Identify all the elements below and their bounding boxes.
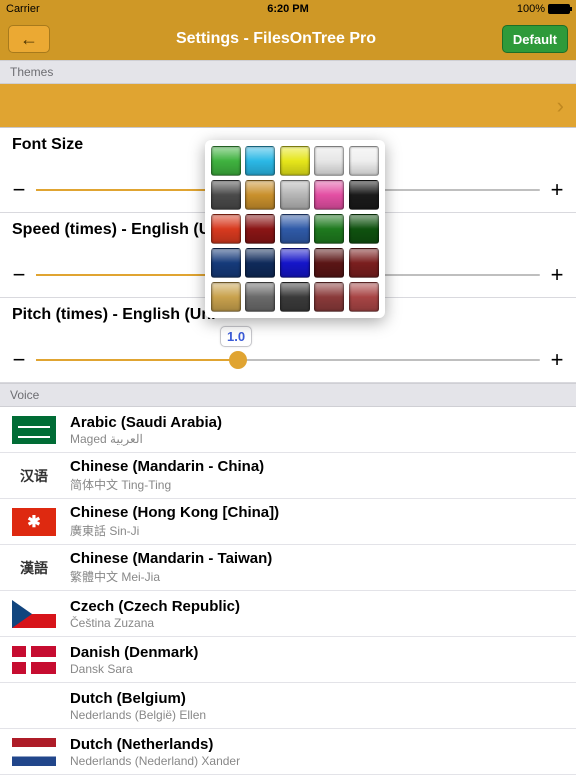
color-swatch[interactable] [349,214,379,244]
default-button[interactable]: Default [502,25,568,53]
color-swatch[interactable] [211,282,241,312]
color-swatch[interactable] [280,214,310,244]
voice-row[interactable]: Arabic (Saudi Arabia)Maged العربية [0,407,576,453]
color-picker-popover [205,140,385,318]
color-swatch[interactable] [349,248,379,278]
battery-icon [548,4,570,14]
voice-sub: 廣東話 Sin-Ji [70,522,279,539]
voice-name: Chinese (Hong Kong [China]) [70,504,279,521]
chevron-right-icon: › [557,93,564,119]
flag-icon [12,600,56,628]
section-header-voice: Voice [0,383,576,407]
slider-track[interactable] [36,359,540,361]
slider-value-bubble: 1.0 [220,326,252,347]
color-swatch[interactable] [280,248,310,278]
color-swatch[interactable] [349,282,379,312]
color-swatch[interactable] [245,180,275,210]
color-swatch[interactable] [245,282,275,312]
flag-icon: 漢語 [12,554,56,582]
voice-row[interactable]: Czech (Czech Republic)Čeština Zuzana [0,591,576,637]
voice-row[interactable]: 漢語 Chinese (Mandarin - Taiwan)繁體中文 Mei-Ji… [0,545,576,591]
color-swatch[interactable] [280,282,310,312]
color-swatch[interactable] [314,248,344,278]
flag-icon: 汉语 [12,462,56,490]
back-arrow-icon: ← [20,29,38,50]
voice-sub: Maged العربية [70,432,222,446]
plus-button[interactable]: + [550,177,564,203]
back-button[interactable]: ← [8,25,50,53]
color-swatch[interactable] [314,146,344,176]
voice-name: Dutch (Belgium) [70,690,206,707]
voice-row[interactable]: Danish (Denmark)Dansk Sara [0,637,576,683]
voice-sub: Čeština Zuzana [70,616,240,630]
voice-sub: 繁體中文 Mei-Jia [70,568,272,585]
color-swatch[interactable] [314,214,344,244]
voice-name: Danish (Denmark) [70,644,198,661]
flag-icon [12,646,56,674]
color-swatch[interactable] [211,146,241,176]
voice-sub: Dansk Sara [70,662,198,676]
minus-button[interactable]: − [12,177,26,203]
color-swatch[interactable] [314,282,344,312]
nav-bar: ← Settings - FilesOnTree Pro Default [0,18,576,60]
color-swatch[interactable] [211,214,241,244]
minus-button[interactable]: − [12,262,26,288]
voice-name: Czech (Czech Republic) [70,598,240,615]
flag-icon [12,508,56,536]
page-title: Settings - FilesOnTree Pro [176,30,376,48]
plus-button[interactable]: + [550,347,564,373]
voice-sub: Nederlands (Nederland) Xander [70,754,240,768]
color-swatch[interactable] [349,180,379,210]
color-swatch[interactable] [314,180,344,210]
flag-icon [12,416,56,444]
voice-name: Dutch (Netherlands) [70,736,240,753]
plus-button[interactable]: + [550,262,564,288]
color-swatch[interactable] [349,146,379,176]
color-grid [211,146,379,312]
status-bar: Carrier 6:20 PM 100% [0,0,576,18]
voice-row[interactable]: 汉语 Chinese (Mandarin - China)简体中文 Ting-Ti… [0,453,576,499]
voice-name: Chinese (Mandarin - China) [70,458,264,475]
voice-row[interactable]: Chinese (Hong Kong [China])廣東話 Sin-Ji [0,499,576,545]
section-header-themes: Themes [0,60,576,84]
color-swatch[interactable] [280,146,310,176]
color-swatch[interactable] [280,180,310,210]
color-swatch[interactable] [245,214,275,244]
color-swatch[interactable] [245,146,275,176]
flag-icon [12,692,56,720]
voice-sub: Nederlands (België) Ellen [70,708,206,722]
color-swatch[interactable] [211,180,241,210]
voice-row[interactable]: Dutch (Belgium)Nederlands (België) Ellen [0,683,576,729]
voice-name: Chinese (Mandarin - Taiwan) [70,550,272,567]
flag-icon [12,738,56,766]
voice-sub: 简体中文 Ting-Ting [70,476,264,493]
theme-row[interactable]: › [0,84,576,128]
color-swatch[interactable] [245,248,275,278]
color-swatch[interactable] [211,248,241,278]
clock: 6:20 PM [0,3,576,15]
minus-button[interactable]: − [12,347,26,373]
slider-thumb[interactable] [229,351,247,369]
voice-row[interactable]: Dutch (Netherlands)Nederlands (Nederland… [0,729,576,775]
voice-name: Arabic (Saudi Arabia) [70,414,222,431]
